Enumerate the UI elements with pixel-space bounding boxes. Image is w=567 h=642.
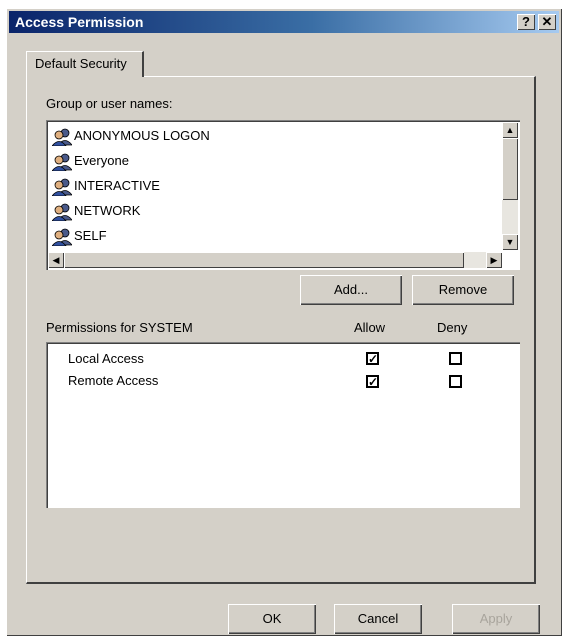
list-item[interactable]: SELF: [52, 224, 107, 248]
vertical-scroll-thumb[interactable]: [502, 138, 518, 200]
allow-remote-access-checkbox[interactable]: ✓: [366, 375, 379, 388]
cancel-button[interactable]: Cancel: [334, 604, 422, 634]
horizontal-scroll-thumb[interactable]: [64, 252, 464, 268]
apply-button[interactable]: Apply: [452, 604, 540, 634]
help-button[interactable]: ?: [517, 14, 535, 30]
users-icon: [52, 128, 72, 146]
scroll-up-icon[interactable]: ▲: [502, 122, 518, 138]
list-item-label: INTERACTIVE: [74, 178, 160, 193]
list-item[interactable]: INTERACTIVE: [52, 174, 160, 198]
permissions-list: Local Access ✓ Remote Access ✓: [46, 342, 520, 508]
ok-button[interactable]: OK: [228, 604, 316, 634]
window-title: Access Permission: [15, 14, 144, 30]
scroll-right-icon[interactable]: ▶: [486, 252, 502, 268]
title-bar[interactable]: Access Permission ? ✕: [9, 11, 559, 33]
group-user-list[interactable]: ANONYMOUS LOGON Everyone INTERACTIVE NET…: [46, 120, 520, 270]
permission-label: Local Access: [68, 351, 144, 366]
list-item-label: SELF: [74, 228, 107, 243]
permission-label: Remote Access: [68, 373, 159, 388]
list-item[interactable]: Everyone: [52, 149, 129, 173]
list-item[interactable]: ANONYMOUS LOGON: [52, 124, 210, 148]
list-item-label: NETWORK: [74, 203, 141, 218]
users-icon: [52, 228, 72, 246]
add-button[interactable]: Add...: [300, 275, 402, 305]
close-button[interactable]: ✕: [538, 14, 556, 30]
scroll-down-icon[interactable]: ▼: [502, 234, 518, 250]
tab-default-security[interactable]: Default Security: [26, 51, 144, 77]
list-item[interactable]: NETWORK: [52, 199, 140, 223]
list-item-label: Everyone: [74, 153, 129, 168]
deny-local-access-checkbox[interactable]: [449, 352, 462, 365]
permission-row-remote-access: Remote Access: [68, 370, 158, 392]
users-icon: [52, 153, 72, 171]
deny-remote-access-checkbox[interactable]: [449, 375, 462, 388]
horizontal-scrollbar[interactable]: ◀ ▶: [48, 252, 502, 268]
allow-column-label: Allow: [354, 320, 386, 335]
users-icon: [52, 178, 72, 196]
permission-row-local-access: Local Access: [68, 348, 144, 370]
remove-button[interactable]: Remove: [412, 275, 514, 305]
list-item-label: ANONYMOUS LOGON: [74, 128, 210, 143]
users-icon: [52, 203, 72, 221]
group-names-label: Group or user names:: [46, 96, 173, 111]
allow-local-access-checkbox[interactable]: ✓: [366, 352, 379, 365]
permissions-header: Permissions for SYSTEM: [46, 320, 193, 335]
access-permission-dialog: Access Permission ? ✕ Default Security G…: [6, 8, 562, 636]
scroll-left-icon[interactable]: ◀: [48, 252, 64, 268]
deny-column-label: Deny: [437, 320, 468, 335]
vertical-scrollbar[interactable]: ▲ ▼: [502, 122, 518, 250]
